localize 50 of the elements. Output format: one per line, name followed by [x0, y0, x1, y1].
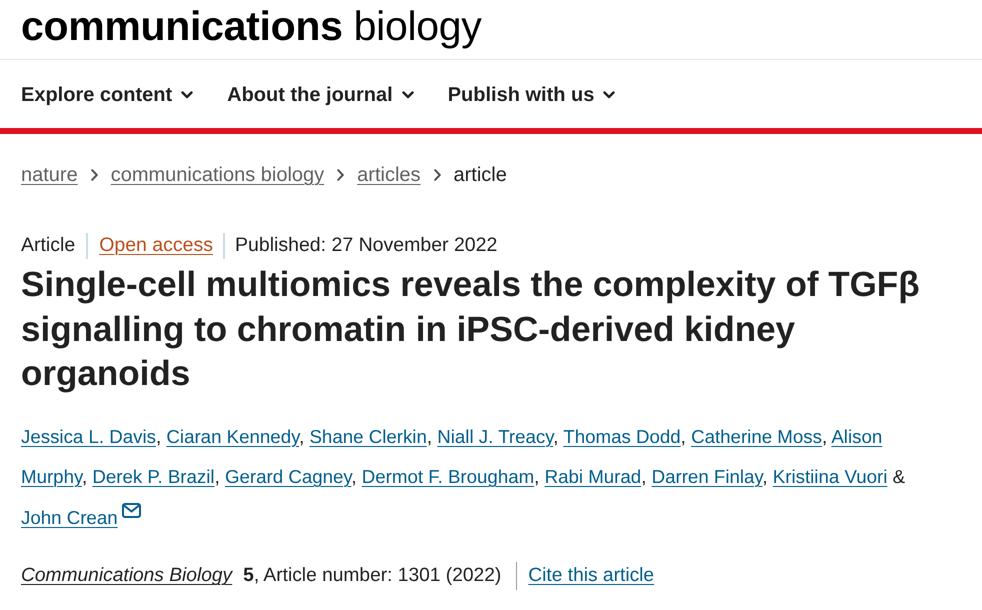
nav-menu-button[interactable]: About the journal	[227, 85, 414, 105]
author-separator: ,	[680, 426, 686, 446]
article-title: Single-cell multiomics reveals the complexity of TGFβ signalling to chromatin in iPSC-derived kidney organoids	[21, 264, 921, 395]
author-link[interactable]: Rabi Murad	[544, 466, 642, 487]
author-separator: ,	[641, 466, 646, 487]
author-link[interactable]: Dermot F. Brougham	[362, 466, 534, 487]
author-link[interactable]: Shane Clerkin	[309, 426, 427, 446]
author-link[interactable]: Kristiina Vuori	[772, 466, 888, 487]
author-separator: ,	[82, 466, 88, 487]
article-type-label: Article	[21, 236, 76, 256]
author-link[interactable]: Catherine Moss	[691, 426, 822, 446]
chevron-right-icon	[90, 169, 98, 181]
author-link[interactable]: Alison	[831, 426, 882, 446]
author-separator: ,	[426, 426, 432, 446]
chevron-down-icon	[402, 91, 414, 99]
chevron-right-icon	[434, 169, 441, 181]
author-separator: ,	[299, 426, 304, 446]
author-separator: &	[892, 466, 906, 487]
author-separator: ,	[553, 426, 558, 446]
breadcrumb-link[interactable]: nature	[21, 165, 78, 185]
breadcrumb-link[interactable]: communications biology	[110, 165, 324, 185]
author-link[interactable]: Derek P. Brazil	[92, 466, 215, 487]
author-link[interactable]: John Crean	[21, 506, 118, 528]
breadcrumb-link[interactable]: articles	[357, 165, 421, 185]
email-icon[interactable]	[122, 502, 141, 518]
author-link[interactable]: Jessica L. Davis	[21, 426, 156, 446]
author-link[interactable]: Gerard Cagney	[224, 466, 352, 487]
nav-menu-button[interactable]: Publish with us	[448, 85, 616, 105]
published-date: Published: 27 November 2022	[235, 236, 498, 256]
open-access-link[interactable]: Open access	[99, 236, 213, 256]
author-separator: ,	[762, 466, 768, 487]
chevron-down-icon	[603, 91, 616, 99]
author-link[interactable]: Darren Finlay	[652, 466, 762, 487]
author-separator: ,	[156, 426, 162, 446]
author-separator: ,	[214, 466, 220, 487]
breadcrumb-current: article	[454, 165, 507, 185]
author-separator: ,	[822, 426, 828, 446]
author-link[interactable]: Niall J. Treacy	[437, 426, 554, 446]
chevron-down-icon	[181, 91, 194, 99]
citation-details: 5, Article number: 1301 (2022)	[243, 566, 502, 586]
journal-link[interactable]: Communications Biology	[21, 566, 232, 586]
author-separator: ,	[351, 466, 357, 487]
nav-menu-button[interactable]: Explore content	[21, 85, 194, 105]
author-link[interactable]: Ciaran Kennedy	[166, 426, 300, 446]
author-link[interactable]: Thomas Dodd	[563, 426, 681, 446]
journal-logo[interactable]: communications biology	[21, 6, 482, 47]
author-link[interactable]: Murphy	[21, 466, 82, 487]
cite-article-link[interactable]: Cite this article	[528, 566, 654, 586]
chevron-right-icon	[337, 169, 344, 181]
author-separator: ,	[534, 466, 540, 487]
